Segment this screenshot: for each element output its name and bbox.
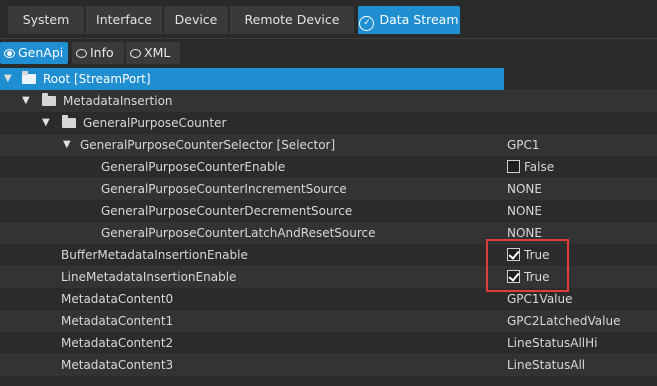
expand-arrow-icon[interactable]: ▼ bbox=[22, 90, 30, 112]
tree-node-name: Root [StreamPort] bbox=[43, 72, 151, 86]
tree-row-metadata-content-1[interactable]: MetadataContent1 GPC2LatchedValue bbox=[0, 310, 657, 332]
tree-node-name: MetadataContent0 bbox=[61, 292, 174, 306]
tree-row-metadata-insertion[interactable]: ▼ MetadataInsertion bbox=[0, 90, 657, 112]
selector-value[interactable]: GPC1 bbox=[507, 134, 540, 156]
bool-value: True bbox=[524, 270, 550, 284]
view-mode-bar: GenApi Info XML bbox=[0, 40, 657, 68]
tab-device[interactable]: Device bbox=[164, 6, 228, 34]
tab-remote-device[interactable]: Remote Device bbox=[230, 6, 354, 34]
subtab-label: Info bbox=[90, 45, 114, 60]
subtab-info[interactable]: Info bbox=[72, 42, 124, 64]
tab-label: Remote Device bbox=[244, 12, 340, 27]
tree-node-name: GeneralPurposeCounterEnable bbox=[101, 160, 286, 174]
check-circle-icon: ✓ bbox=[359, 16, 375, 31]
tree-row-metadata-content-0[interactable]: MetadataContent0 GPC1Value bbox=[0, 288, 657, 310]
folder-icon bbox=[62, 115, 76, 128]
tree-node-name: MetadataInsertion bbox=[63, 94, 173, 108]
tree-row-counter-enable[interactable]: GeneralPurposeCounterEnable False bbox=[0, 156, 657, 178]
tab-system[interactable]: System bbox=[8, 6, 84, 34]
subtab-label: XML bbox=[144, 45, 171, 60]
checkbox[interactable] bbox=[507, 160, 520, 173]
tab-label: Data Stream bbox=[379, 12, 459, 27]
tree-row-general-purpose-counter[interactable]: ▼ GeneralPurposeCounter bbox=[0, 112, 657, 134]
tree-node-name: GeneralPurposeCounterSelector [Selector] bbox=[80, 138, 336, 152]
enum-value[interactable]: LineStatusAllHi bbox=[507, 332, 597, 354]
tree-row-line-metadata-enable[interactable]: LineMetadataInsertionEnable True bbox=[0, 266, 657, 288]
expand-arrow-icon[interactable]: ▼ bbox=[42, 112, 50, 134]
tree-row-metadata-content-2[interactable]: MetadataContent2 LineStatusAllHi bbox=[0, 332, 657, 354]
tree-row-metadata-content-3[interactable]: MetadataContent3 LineStatusAll bbox=[0, 354, 657, 376]
tree-row-decrement-source[interactable]: GeneralPurposeCounterDecrementSource NON… bbox=[0, 200, 657, 222]
enum-value[interactable]: NONE bbox=[507, 200, 542, 222]
expand-arrow-icon[interactable]: ▼ bbox=[63, 134, 71, 156]
tree-row-buffer-metadata-enable[interactable]: BufferMetadataInsertionEnable True bbox=[0, 244, 657, 266]
tree-row-latch-reset-source[interactable]: GeneralPurposeCounterLatchAndResetSource… bbox=[0, 222, 657, 244]
subtab-xml[interactable]: XML bbox=[126, 42, 180, 64]
tab-label: Interface bbox=[96, 12, 152, 27]
tree-node-name: BufferMetadataInsertionEnable bbox=[61, 248, 248, 262]
radio-icon bbox=[76, 49, 87, 58]
tree-row-increment-source[interactable]: GeneralPurposeCounterIncrementSource NON… bbox=[0, 178, 657, 200]
tree-node-name: LineMetadataInsertionEnable bbox=[61, 270, 237, 284]
folder-icon bbox=[22, 71, 36, 84]
checkbox-checked[interactable] bbox=[507, 270, 520, 283]
tree-node-name: GeneralPurposeCounterLatchAndResetSource bbox=[101, 226, 376, 240]
tree-row-root[interactable]: ▼ Root [StreamPort] bbox=[0, 68, 657, 90]
radio-selected-icon bbox=[4, 49, 15, 58]
enum-value[interactable]: GPC2LatchedValue bbox=[507, 310, 620, 332]
tree-node-name: MetadataContent1 bbox=[61, 314, 174, 328]
tree-node-name: GeneralPurposeCounterDecrementSource bbox=[101, 204, 353, 218]
subtab-genapi[interactable]: GenApi bbox=[0, 42, 68, 64]
enum-value[interactable]: NONE bbox=[507, 222, 542, 244]
tab-label: System bbox=[22, 12, 70, 27]
tab-label: Device bbox=[174, 12, 218, 27]
tab-data-stream[interactable]: ✓ Data Stream bbox=[358, 6, 460, 34]
expand-arrow-icon[interactable]: ▼ bbox=[4, 68, 12, 90]
tree-node-name: GeneralPurposeCounterIncrementSource bbox=[101, 182, 347, 196]
bool-value: True bbox=[524, 248, 550, 262]
tab-interface[interactable]: Interface bbox=[86, 6, 162, 34]
enum-value[interactable]: GPC1Value bbox=[507, 288, 573, 310]
enum-value[interactable]: LineStatusAll bbox=[507, 354, 585, 376]
tree-row-counter-selector[interactable]: ▼ GeneralPurposeCounterSelector [Selecto… bbox=[0, 134, 657, 156]
checkbox-checked[interactable] bbox=[507, 248, 520, 261]
radio-icon bbox=[130, 49, 141, 58]
folder-icon bbox=[42, 93, 56, 106]
tab-bar: System Interface Device Remote Device ✓ D… bbox=[0, 0, 657, 39]
tree-node-name: MetadataContent3 bbox=[61, 358, 174, 372]
bool-value: False bbox=[524, 160, 555, 174]
tree-node-name: MetadataContent2 bbox=[61, 336, 174, 350]
tree-node-name: GeneralPurposeCounter bbox=[83, 116, 227, 130]
enum-value[interactable]: NONE bbox=[507, 178, 542, 200]
subtab-label: GenApi bbox=[18, 45, 64, 60]
